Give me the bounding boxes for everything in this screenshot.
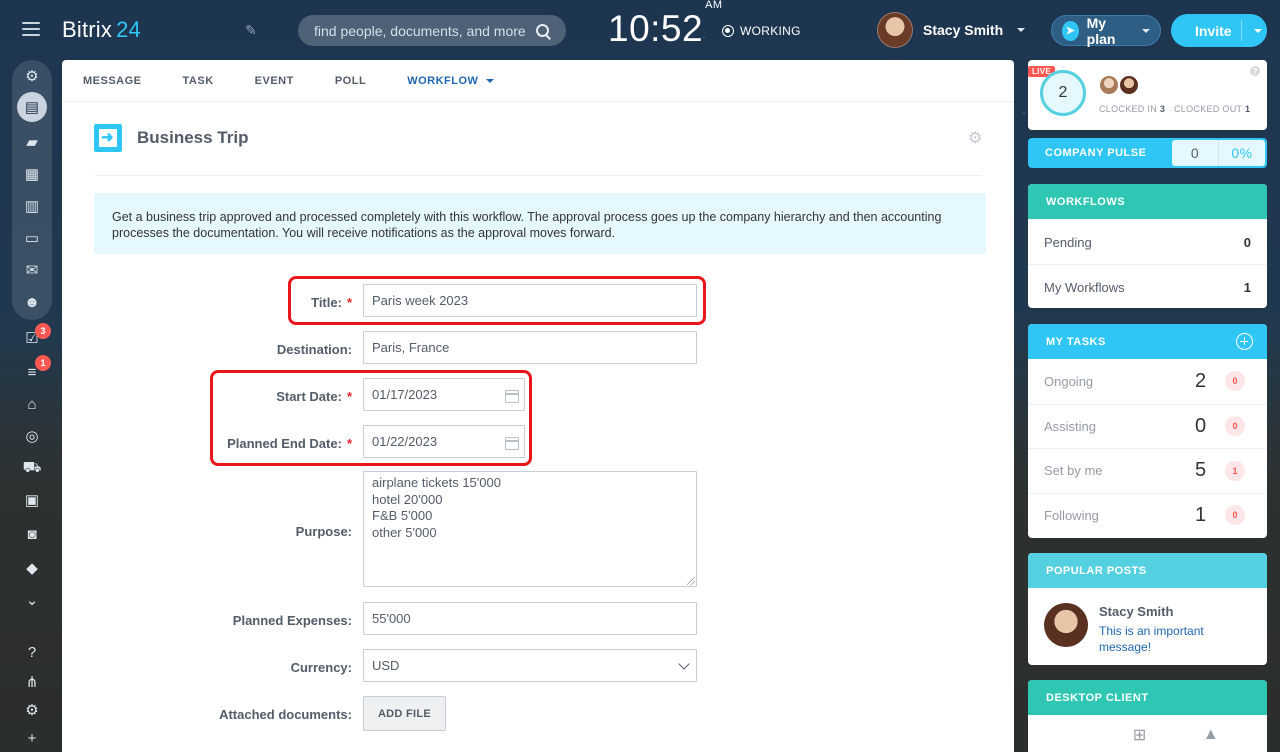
currency-select[interactable]: USD — [363, 649, 697, 682]
plus-icon[interactable]: + — [22, 728, 42, 748]
desktop-title: DESKTOP CLIENT — [1028, 680, 1267, 715]
highlight-dates — [210, 370, 532, 466]
planned-expenses-label: Planned Expenses: — [232, 613, 352, 628]
box-icon[interactable]: ◆ — [22, 558, 42, 578]
workflow-row-pending[interactable]: Pending 0 — [1028, 219, 1267, 264]
task-row-assisting[interactable]: Assisting 0 0 — [1028, 403, 1267, 449]
add-task-icon[interactable] — [1236, 333, 1253, 350]
calendar-icon[interactable]: ▦ — [22, 164, 42, 184]
chevron-down-icon — [1017, 28, 1026, 32]
feed-icon[interactable]: ▤ — [17, 92, 47, 122]
pulse-percent: 0% — [1218, 140, 1265, 166]
avatar — [1118, 74, 1140, 96]
attached-documents-label: Attached documents: — [219, 707, 352, 722]
destination-field[interactable] — [363, 331, 697, 364]
task-row-ongoing[interactable]: Ongoing 2 0 — [1028, 359, 1267, 404]
documents-icon[interactable]: ▥ — [22, 196, 42, 216]
tab-poll[interactable]: POLL — [335, 75, 366, 87]
post-tabs: MESSAGE TASK EVENT POLL WORKFLOW — [62, 60, 1014, 102]
tab-task[interactable]: TASK — [183, 75, 214, 87]
settings-icon[interactable]: ⚙ — [22, 700, 42, 720]
workflows-widget: WORKFLOWS Pending 0 My Workflows 1 — [1028, 184, 1267, 308]
tab-workflow[interactable]: WORKFLOW — [407, 75, 495, 87]
cart-icon[interactable]: ⛟ — [22, 458, 42, 478]
add-file-button[interactable]: ADD FILE — [363, 696, 446, 731]
tab-message[interactable]: MESSAGE — [83, 75, 142, 87]
tasks-badge: 3 — [35, 323, 51, 339]
pencil-icon[interactable]: ✎ — [245, 22, 261, 38]
search-input[interactable] — [314, 22, 536, 39]
structure-icon[interactable]: ⋔ — [22, 672, 42, 692]
destination-label: Destination: — [276, 342, 352, 357]
working-status[interactable]: WORKING — [722, 24, 801, 38]
left-sidebar: ⚙ ▤ ▰ ▦ ▥ ▭ ✉ ☻ ☑ 3 ≡ 1 ⌂ ◎ ⛟ ▣ ◙ ◆ ⌄ ? … — [0, 60, 62, 752]
company-pulse[interactable]: COMPANY PULSE 0 0% — [1028, 138, 1267, 168]
popular-title: POPULAR POSTS — [1028, 553, 1267, 588]
groups-icon[interactable]: ☻ — [22, 292, 42, 312]
top-bar: Bitrix24 ✎ 10:52AM WORKING Stacy Smith ➤… — [0, 0, 1280, 60]
workflow-header: Business Trip — [94, 124, 248, 152]
business-trip-icon — [94, 124, 122, 152]
planned-expenses-field[interactable] — [363, 602, 697, 635]
mail-icon[interactable]: ✉ — [22, 260, 42, 280]
drive-icon[interactable]: ▭ — [22, 228, 42, 248]
tab-event[interactable]: EVENT — [255, 75, 294, 87]
more-icon[interactable]: ⌄ — [22, 590, 42, 610]
company-icon[interactable]: ⌂ — [22, 394, 42, 414]
clocked-out: CLOCKED OUT 1 — [1174, 104, 1251, 114]
chat-icon[interactable]: ▰ — [22, 132, 42, 152]
desktop-client-widget: DESKTOP CLIENT ⊞ ▲ — [1028, 680, 1267, 752]
chevron-down-icon — [1142, 28, 1150, 33]
feed-badge: 1 — [35, 355, 51, 371]
purpose-field[interactable] — [363, 471, 697, 587]
invite-dropdown-icon[interactable] — [1254, 29, 1262, 33]
workflow-description: Get a business trip approved and process… — [94, 193, 986, 254]
task-row-set-by-me[interactable]: Set by me 5 1 — [1028, 448, 1267, 493]
currency-label: Currency: — [290, 660, 352, 675]
popular-posts-widget: POPULAR POSTS Stacy Smith This is an imp… — [1028, 553, 1267, 665]
contact-card-icon[interactable]: ▣ — [22, 490, 42, 510]
task-row-following[interactable]: Following 1 0 — [1028, 492, 1267, 538]
logo[interactable]: Bitrix 24 — [62, 17, 141, 43]
gear-icon[interactable]: ⚙ — [968, 128, 982, 148]
search-icon[interactable] — [536, 23, 550, 38]
timer-ring[interactable]: 2 — [1040, 70, 1086, 116]
tasks-title: MY TASKS — [1028, 324, 1267, 359]
timeman-widget[interactable]: LIVE 2 CLOCKED IN 3 CLOCKED OUT 1 ? — [1028, 60, 1267, 130]
windows-icon[interactable]: ⊞ — [1133, 725, 1146, 745]
pulse-value: 0 — [1190, 145, 1200, 161]
clock[interactable]: 10:52AM — [608, 0, 723, 50]
purpose-label: Purpose: — [295, 524, 352, 539]
highlight-title — [288, 276, 706, 325]
clocked-in: CLOCKED IN 3 — [1099, 104, 1166, 114]
workflow-row-mine[interactable]: My Workflows 1 — [1028, 264, 1267, 308]
workflows-title: WORKFLOWS — [1028, 184, 1267, 219]
robot-icon[interactable]: ◙ — [22, 524, 42, 544]
my-plan-button[interactable]: ➤ My plan — [1051, 15, 1161, 47]
help-icon[interactable]: ? — [22, 642, 42, 662]
linux-icon[interactable]: ▲ — [1203, 726, 1219, 744]
rocket-icon: ➤ — [1062, 20, 1079, 41]
resize-handle[interactable] — [687, 577, 695, 585]
invite-button[interactable]: Invite — [1171, 14, 1267, 47]
record-icon — [722, 25, 734, 37]
chevron-down-icon — [678, 658, 690, 670]
avatar — [877, 12, 913, 48]
page-title: Business Trip — [137, 128, 249, 147]
chevron-down-icon — [486, 78, 495, 83]
main-panel: MESSAGE TASK EVENT POLL WORKFLOW Busines… — [62, 60, 1014, 752]
my-tasks-widget: MY TASKS Ongoing 2 0 Assisting 0 0 Set by me… — [1028, 324, 1267, 538]
target-icon[interactable]: ◎ — [22, 426, 42, 446]
help-icon[interactable]: ? — [1250, 66, 1260, 76]
menu-icon[interactable] — [22, 22, 40, 36]
post-author[interactable]: Stacy Smith — [1099, 604, 1173, 619]
pulse-icon[interactable]: ⚙ — [22, 66, 42, 86]
avatar — [1098, 74, 1120, 96]
avatar — [1044, 603, 1088, 647]
search-box[interactable] — [298, 15, 566, 46]
post-message[interactable]: This is an important message! — [1099, 623, 1249, 655]
user-menu[interactable]: Stacy Smith — [877, 12, 1026, 48]
